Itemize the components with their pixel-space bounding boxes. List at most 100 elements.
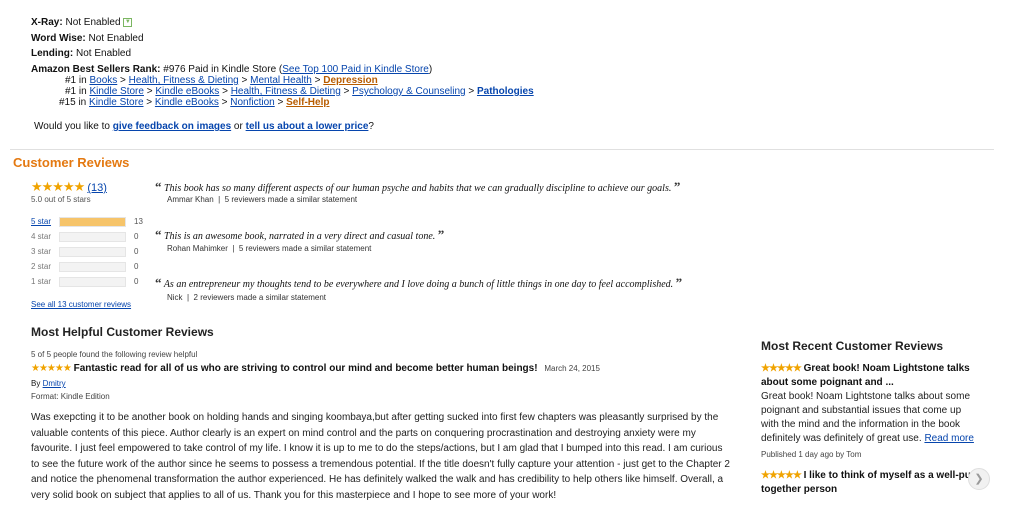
histogram-fill xyxy=(60,218,125,226)
rank-value: #976 Paid in Kindle Store ( xyxy=(163,64,283,75)
histogram-bar xyxy=(59,247,126,257)
lending-label: Lending: xyxy=(31,48,74,59)
category-link[interactable]: Psychology & Counseling xyxy=(352,86,465,97)
xray-value: Not Enabled xyxy=(65,17,121,28)
histogram-count: 0 xyxy=(134,277,139,286)
category-link[interactable]: Kindle Store xyxy=(89,97,143,108)
customer-reviews-title: Customer Reviews xyxy=(13,155,130,170)
next-arrow-icon[interactable]: ❯ xyxy=(968,468,990,490)
quote-close-icon: ” xyxy=(673,179,681,194)
recent-review-body: Great book! Noam Lightstone talks about … xyxy=(761,390,976,446)
rank-position: #15 in xyxy=(59,97,87,108)
review-header: ★★★★★ Fantastic read for all of us who a… xyxy=(31,363,600,374)
rank-position: #1 in xyxy=(65,86,87,97)
quote-similar: 5 reviewers made a similar statement xyxy=(238,244,372,253)
histogram-bar[interactable] xyxy=(59,217,126,227)
helpful-count: 5 of 5 people found the following review… xyxy=(31,350,198,359)
recent-review-title[interactable]: ★★★★★ Great book! Noam Lightstone talks … xyxy=(761,362,976,390)
most-helpful-title: Most Helpful Customer Reviews xyxy=(31,325,214,339)
review-quote[interactable]: “ As an entrepreneur my thoughts tend to… xyxy=(155,275,682,291)
rank-line: #1 in Books > Health, Fitness & Dieting … xyxy=(65,75,378,86)
quote-text: This book has so many different aspects … xyxy=(164,183,672,194)
quote-similar: 5 reviewers made a similar statement xyxy=(224,195,358,204)
category-link[interactable]: Depression xyxy=(323,75,377,86)
review-body: Was exepcting it to be another book on h… xyxy=(31,412,730,501)
histogram-count: 0 xyxy=(134,247,139,256)
see-all-reviews-link[interactable]: See all 13 customer reviews xyxy=(31,300,131,309)
feedback-row: Would you like to give feedback on image… xyxy=(34,121,374,132)
review-count-link[interactable]: (13) xyxy=(87,182,107,194)
xray-label: X-Ray: xyxy=(31,17,63,28)
overall-rating[interactable]: ★★★★★ (13) xyxy=(31,179,107,195)
wordwise-value: Not Enabled xyxy=(88,33,144,44)
quote-meta: Rohan Mahimker | 5 reviewers made a simi… xyxy=(167,244,372,253)
feedback-text: ? xyxy=(368,121,374,132)
category-link[interactable]: Self-Help xyxy=(286,97,329,108)
image-feedback-link[interactable]: give feedback on images xyxy=(113,121,231,132)
category-link[interactable]: Kindle eBooks xyxy=(155,97,219,108)
histogram-count: 0 xyxy=(134,262,139,271)
histogram-count: 13 xyxy=(134,217,143,226)
quote-text: As an entrepreneur my thoughts tend to b… xyxy=(163,279,674,290)
most-recent-title: Most Recent Customer Reviews xyxy=(761,339,944,353)
bottom-fade xyxy=(0,498,1024,515)
histogram-label: 2 star xyxy=(31,262,52,271)
rank-line: #15 in Kindle Store > Kindle eBooks > No… xyxy=(59,97,330,108)
category-link[interactable]: Mental Health xyxy=(250,75,312,86)
histogram-label: 4 star xyxy=(31,232,52,241)
section-divider xyxy=(10,149,994,150)
category-link[interactable]: Kindle eBooks xyxy=(155,86,219,97)
quote-author: Rohan Mahimker xyxy=(167,244,228,253)
rank-line: #1 in Kindle Store > Kindle eBooks > Hea… xyxy=(65,86,534,97)
recent-review-title[interactable]: ★★★★★ I like to think of myself as a wel… xyxy=(761,469,976,497)
recent-review: ★★★★★ I like to think of myself as a wel… xyxy=(761,469,976,497)
quote-close-icon: ” xyxy=(437,227,445,242)
star-rating-icon: ★★★★★ xyxy=(31,179,85,194)
histogram-label[interactable]: 5 star xyxy=(31,217,57,226)
quote-meta: Ammar Khan | 5 reviewers made a similar … xyxy=(167,195,358,204)
xray-row: X-Ray: Not Enabled ▼ xyxy=(31,16,133,29)
category-link[interactable]: Pathologies xyxy=(477,86,534,97)
category-link[interactable]: Books xyxy=(89,75,117,86)
quote-similar: 2 reviewers made a similar statement xyxy=(193,293,327,302)
recent-review-published: Published 1 day ago by Tom xyxy=(761,450,862,459)
by-label: By xyxy=(31,379,41,388)
quote-open-icon: “ xyxy=(155,227,162,242)
review-title-link[interactable]: Fantastic read for all of us who are str… xyxy=(74,363,538,374)
rank-label: Amazon Best Sellers Rank: xyxy=(31,64,161,75)
lower-price-link[interactable]: tell us about a lower price xyxy=(246,121,369,132)
recent-review: ★★★★★ Great book! Noam Lightstone talks … xyxy=(761,362,976,462)
histogram-bar xyxy=(59,262,126,272)
top100-link[interactable]: See Top 100 Paid in Kindle Store xyxy=(282,64,429,75)
lending-value: Not Enabled xyxy=(76,48,132,59)
star-rating-icon: ★★★★★ xyxy=(761,363,802,374)
review-quote[interactable]: “ This book has so many different aspect… xyxy=(155,179,680,195)
overall-rating-text: 5.0 out of 5 stars xyxy=(31,195,91,204)
category-link[interactable]: Nonfiction xyxy=(230,97,274,108)
category-link[interactable]: Kindle Store xyxy=(89,86,143,97)
chevron-down-icon[interactable]: ▼ xyxy=(123,17,133,27)
quote-open-icon: “ xyxy=(155,275,162,290)
histogram-bar xyxy=(59,232,126,242)
feedback-text: Would you like to xyxy=(34,121,110,132)
review-format: Format: Kindle Edition xyxy=(31,392,110,401)
author-link[interactable]: Dmitry xyxy=(43,379,66,388)
review-quote[interactable]: “ This is an awesome book, narrated in a… xyxy=(155,227,444,243)
wordwise-label: Word Wise: xyxy=(31,33,86,44)
quote-author: Nick xyxy=(167,293,183,302)
feedback-text: or xyxy=(233,121,243,132)
quote-open-icon: “ xyxy=(155,179,162,194)
review-byline: By Dmitry xyxy=(31,379,66,388)
wordwise-row: Word Wise: Not Enabled xyxy=(31,32,144,45)
histogram-label: 3 star xyxy=(31,247,52,256)
histogram-label: 1 star xyxy=(31,277,52,286)
lending-row: Lending: Not Enabled xyxy=(31,47,131,60)
quote-text: This is an awesome book, narrated in a v… xyxy=(164,231,436,242)
category-link[interactable]: Health, Fitness & Dieting xyxy=(231,86,341,97)
star-rating-icon: ★★★★★ xyxy=(31,363,72,374)
quote-meta: Nick | 2 reviewers made a similar statem… xyxy=(167,293,327,302)
quote-author: Ammar Khan xyxy=(167,195,214,204)
category-link[interactable]: Health, Fitness & Dieting xyxy=(129,75,239,86)
read-more-link[interactable]: Read more xyxy=(924,433,973,444)
quote-close-icon: ” xyxy=(675,275,683,290)
